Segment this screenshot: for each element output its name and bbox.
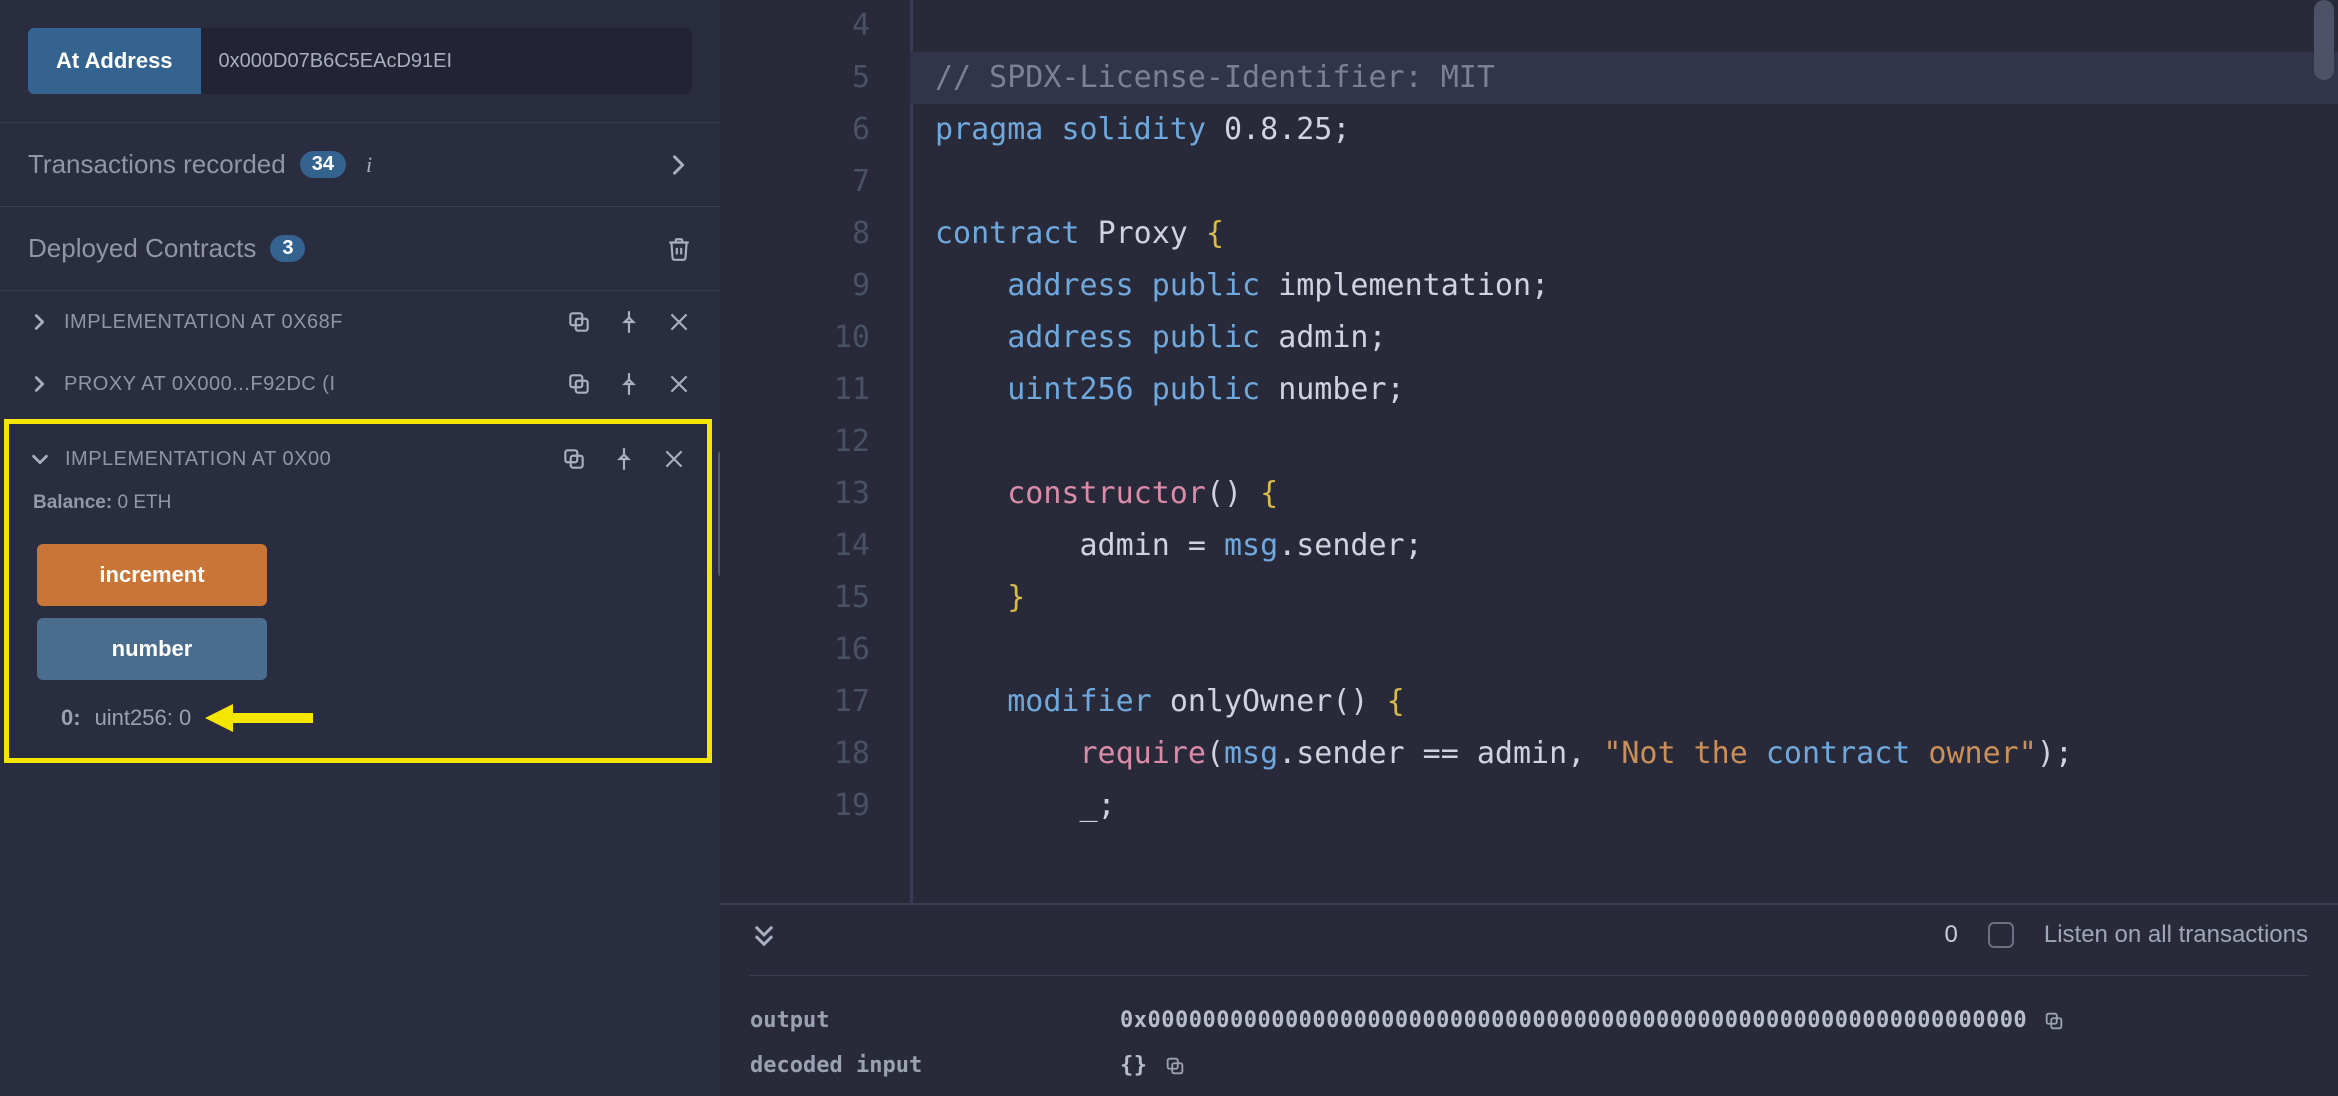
- function-return-value: 0: uint256: 0: [9, 680, 707, 738]
- terminal-value: 0x00000000000000000000000000000000000000…: [1120, 1008, 2065, 1033]
- copy-icon[interactable]: [2043, 1010, 2065, 1032]
- copy-icon[interactable]: [1164, 1055, 1186, 1077]
- contract-balance: Balance: 0 ETH: [9, 488, 707, 532]
- annotation-arrow-icon: [205, 698, 315, 738]
- line-number-gutter: 45678910111213141516171819: [720, 0, 910, 903]
- increment-button[interactable]: increment: [37, 544, 267, 606]
- main-panel: 45678910111213141516171819 // SPDX-Licen…: [720, 0, 2338, 1096]
- contract-label: IMPLEMENTATION AT 0X68F: [64, 311, 552, 334]
- transactions-recorded-header[interactable]: Transactions recorded 34 i: [0, 123, 720, 207]
- trash-icon[interactable]: [666, 236, 692, 262]
- deployed-contracts-label: Deployed Contracts: [28, 233, 256, 264]
- at-address-button[interactable]: At Address: [28, 28, 201, 94]
- editor-scrollbar[interactable]: [2314, 0, 2334, 80]
- contract-row[interactable]: IMPLEMENTATION AT 0X68F: [0, 291, 720, 353]
- transactions-recorded-count: 34: [300, 151, 346, 178]
- deployed-contracts-header: Deployed Contracts 3: [0, 207, 720, 291]
- terminal-search-count: 0: [1944, 921, 1957, 949]
- balance-value: 0 ETH: [117, 492, 171, 513]
- chevron-right-icon[interactable]: [664, 151, 692, 179]
- deployed-contracts-list: IMPLEMENTATION AT 0X68F PROXY AT 0X000..…: [0, 291, 720, 763]
- terminal-output-row: output 0x0000000000000000000000000000000…: [750, 998, 2308, 1043]
- transactions-recorded-label: Transactions recorded: [28, 149, 286, 180]
- at-address-row: At Address: [0, 28, 720, 123]
- return-value: uint256: 0: [95, 705, 192, 731]
- close-icon[interactable]: [661, 446, 687, 472]
- chevron-right-icon[interactable]: [28, 373, 50, 395]
- copy-icon[interactable]: [566, 371, 592, 397]
- code-content[interactable]: // SPDX-License-Identifier: MIT pragma s…: [913, 0, 2073, 903]
- copy-icon[interactable]: [561, 446, 587, 472]
- terminal-decoded-input-row: decoded input {}: [750, 1043, 2308, 1088]
- terminal-value: {}: [1120, 1053, 1186, 1078]
- listen-label: Listen on all transactions: [2044, 921, 2308, 949]
- close-icon[interactable]: [666, 309, 692, 335]
- code-editor[interactable]: 45678910111213141516171819 // SPDX-Licen…: [720, 0, 2338, 903]
- contract-row[interactable]: PROXY AT 0X000...F92DC (I: [0, 353, 720, 415]
- pin-icon[interactable]: [611, 446, 637, 472]
- deployed-contracts-count: 3: [270, 235, 305, 262]
- return-index: 0:: [61, 705, 81, 731]
- contract-label: PROXY AT 0X000...F92DC (I: [64, 373, 552, 396]
- chevron-down-icon[interactable]: [29, 448, 51, 470]
- terminal-key: decoded input: [750, 1053, 1070, 1078]
- info-icon[interactable]: i: [360, 150, 378, 180]
- number-button[interactable]: number: [37, 618, 267, 680]
- close-icon[interactable]: [666, 371, 692, 397]
- contract-label: IMPLEMENTATION AT 0X00: [65, 448, 547, 471]
- contract-row[interactable]: IMPLEMENTATION AT 0X00: [9, 424, 707, 488]
- contract-row-expanded: IMPLEMENTATION AT 0X00 Balance: 0 ETH in…: [4, 419, 712, 763]
- listen-checkbox[interactable]: [1988, 922, 2014, 948]
- chevron-double-down-icon[interactable]: [750, 921, 778, 949]
- pin-icon[interactable]: [616, 309, 642, 335]
- copy-icon[interactable]: [566, 309, 592, 335]
- deploy-sidebar: At Address Transactions recorded 34 i De…: [0, 0, 720, 1096]
- chevron-right-icon[interactable]: [28, 311, 50, 333]
- pin-icon[interactable]: [616, 371, 642, 397]
- terminal-key: output: [750, 1008, 1070, 1033]
- terminal-panel: 0 Listen on all transactions output 0x00…: [720, 903, 2338, 1096]
- balance-label: Balance:: [33, 492, 112, 513]
- at-address-input[interactable]: [201, 28, 692, 94]
